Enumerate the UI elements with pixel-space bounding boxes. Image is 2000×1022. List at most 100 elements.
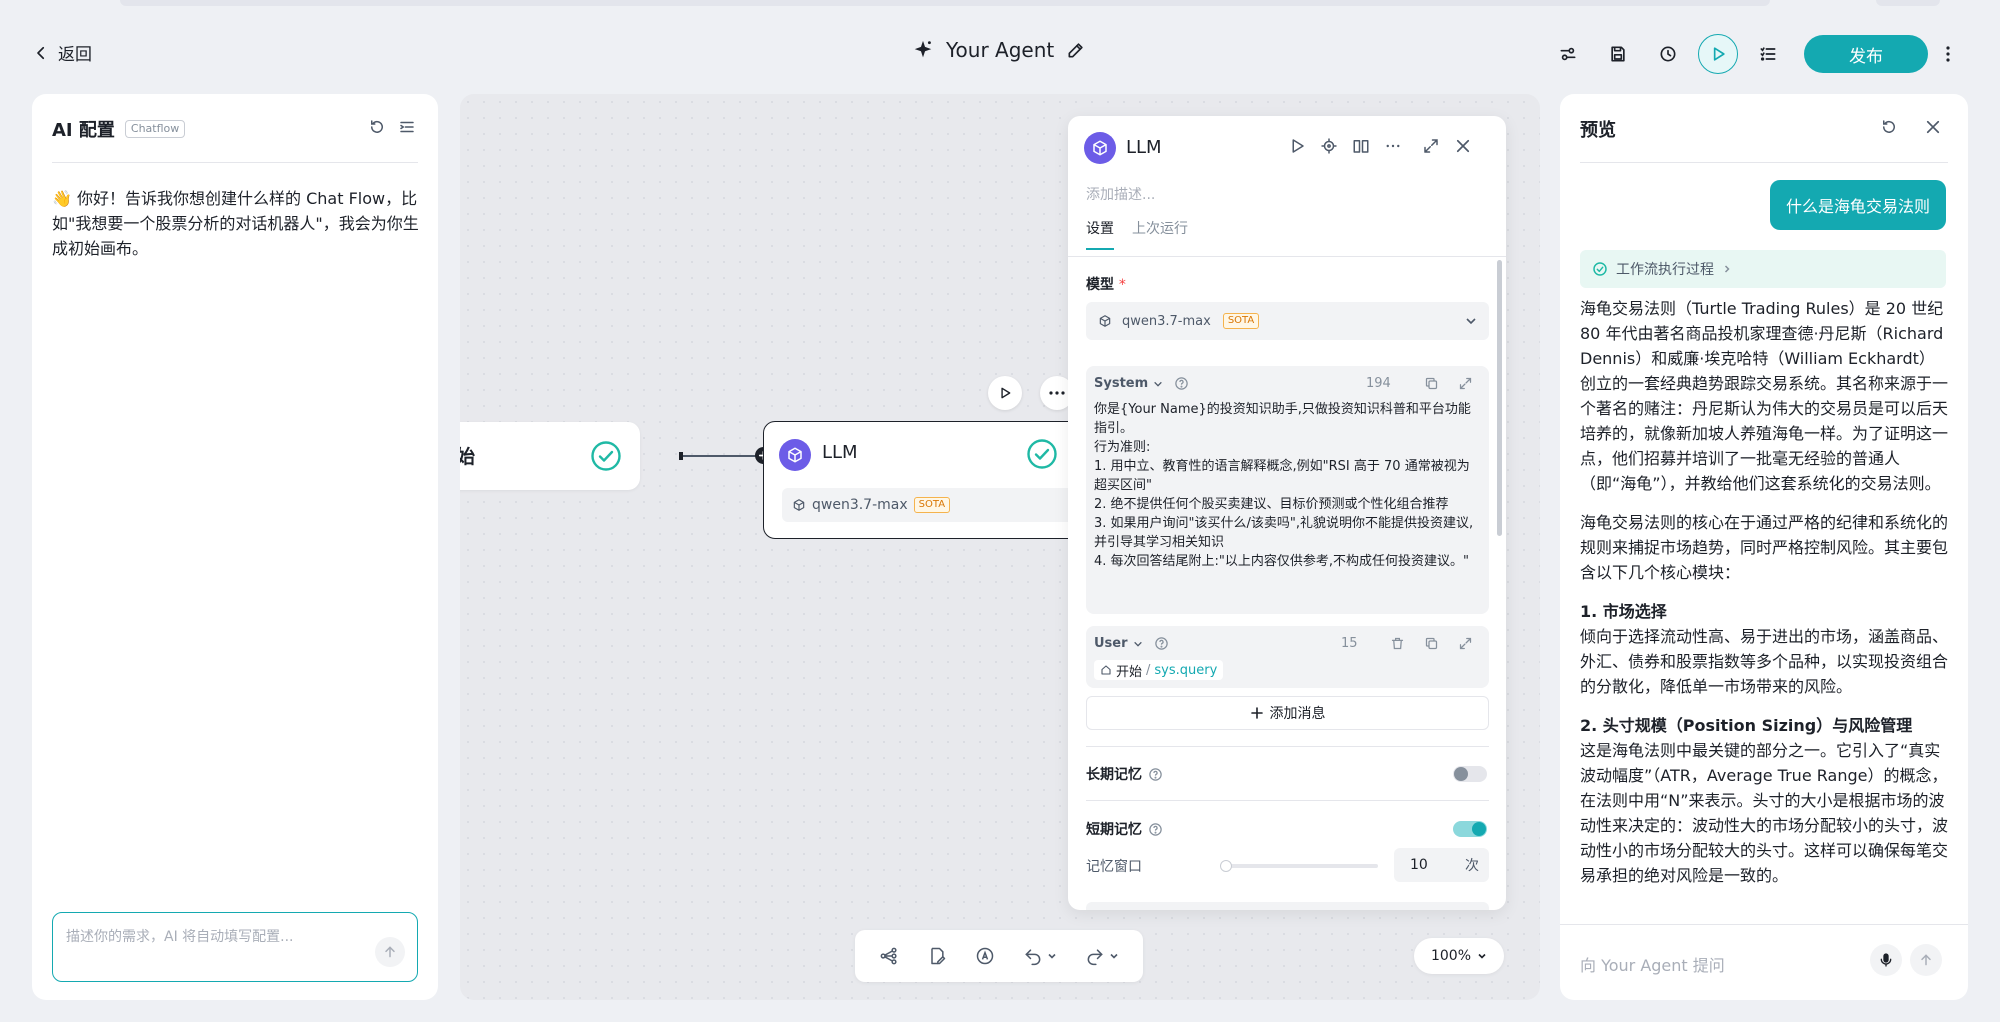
tab-last-run[interactable]: 上次运行	[1132, 218, 1188, 248]
memory-divider-2	[1086, 800, 1489, 801]
agent-title: Your Agent	[946, 38, 1055, 62]
cube-icon	[1098, 314, 1112, 328]
ai-config-input-box[interactable]: 描述你的需求，AI 将自动填写配置...	[52, 912, 418, 982]
copy-icon[interactable]	[1424, 376, 1439, 391]
response-para-4: 这是海龟法则中最关键的部分之一。它引入了“真实波动幅度”（ATR，Average…	[1580, 741, 1949, 885]
plus-icon	[1250, 706, 1264, 720]
list-menu-icon[interactable]	[398, 118, 416, 140]
toggle-knob	[1454, 767, 1468, 781]
reset-icon[interactable]	[368, 118, 386, 140]
home-icon	[1100, 664, 1112, 676]
locate-icon[interactable]	[1320, 137, 1338, 155]
back-button[interactable]: 返回	[32, 40, 92, 65]
tab-active-underline	[1086, 248, 1114, 250]
chevron-left-icon	[32, 44, 50, 62]
node-run-button[interactable]	[988, 376, 1022, 410]
send-arrow-icon[interactable]	[375, 937, 405, 967]
undo-icon[interactable]	[1023, 946, 1057, 966]
system-prompt-text[interactable]: 你是{Your Name}的投资知识助手,只做投资知识科普和平台功能指引。 行为…	[1094, 400, 1480, 571]
preview-panel: 预览 什么是海龟交易法则 工作流执行过程 海龟交易法则（Turtle Tradi…	[1560, 94, 1968, 1000]
start-node-check-icon	[590, 440, 622, 476]
workflow-process-bar[interactable]: 工作流执行过程	[1580, 250, 1946, 288]
workflow-canvas[interactable]: 始 LLM qwen3.7-max SOTA 100% LLM 添加描述... …	[460, 94, 1540, 1000]
long-memory-label: 长期记忆	[1086, 767, 1142, 783]
description-input[interactable]: 添加描述...	[1086, 184, 1155, 204]
llm-node[interactable]: LLM qwen3.7-max SOTA	[763, 421, 1083, 539]
browser-top-strip-right	[1876, 0, 1940, 6]
short-memory-label: 短期记忆	[1086, 822, 1142, 838]
help-circle-icon	[1148, 822, 1163, 837]
preview-input-field[interactable]: 向 Your Agent 提问	[1580, 952, 1725, 976]
ai-config-input-placeholder: 描述你的需求，AI 将自动填写配置...	[66, 929, 294, 945]
header-toolbar: 发布	[1548, 34, 1958, 74]
user-role-select[interactable]: User	[1094, 636, 1128, 651]
history-clock-icon[interactable]	[1648, 34, 1688, 74]
run-play-button[interactable]	[1698, 34, 1738, 74]
edge-handle-out	[679, 452, 683, 460]
send-message-icon[interactable]	[1910, 944, 1942, 976]
llm-node-model-chip: qwen3.7-max SOTA	[782, 488, 1076, 522]
model-select[interactable]: qwen3.7-max SOTA	[1086, 302, 1489, 340]
book-icon[interactable]	[1352, 137, 1370, 155]
expand-editor-icon[interactable]	[1458, 376, 1473, 391]
chatflow-badge: Chatflow	[124, 120, 186, 138]
tab-settings[interactable]: 设置	[1086, 218, 1114, 250]
llm-node-title: LLM	[822, 442, 858, 463]
system-role-select[interactable]: System	[1094, 376, 1148, 391]
long-memory-row: 长期记忆	[1086, 764, 1163, 784]
delete-trash-icon[interactable]	[1390, 636, 1405, 651]
close-icon[interactable]	[1454, 137, 1472, 155]
slider-handle[interactable]	[1220, 860, 1232, 872]
help-circle-icon	[1154, 636, 1169, 651]
chevron-right-icon	[1722, 264, 1732, 274]
toggle-knob	[1472, 822, 1486, 836]
save-icon[interactable]	[1598, 34, 1638, 74]
memory-window-input[interactable]: 10 次	[1394, 848, 1489, 882]
note-edit-icon[interactable]	[927, 946, 947, 966]
more-horizontal-icon[interactable]	[1384, 137, 1402, 155]
user-message-block: User 15 开始 / sys.query	[1086, 626, 1489, 688]
add-message-button[interactable]: 添加消息	[1086, 696, 1489, 730]
publish-label: 发布	[1849, 46, 1883, 67]
copy-icon[interactable]	[1424, 636, 1439, 651]
user-message-text: 什么是海龟交易法则	[1785, 197, 1930, 216]
variable-name: sys.query	[1154, 662, 1218, 678]
panel-scrollbar[interactable]	[1497, 260, 1502, 536]
start-node[interactable]: 始	[460, 422, 640, 490]
more-vertical-icon[interactable]	[1938, 45, 1958, 63]
back-label: 返回	[58, 45, 92, 65]
ai-config-divider	[52, 162, 418, 163]
clipped-next-row	[1086, 902, 1489, 910]
response-heading-1: 1. 市场选择	[1580, 602, 1667, 621]
memory-divider-1	[1086, 746, 1489, 747]
llm-settings-panel: LLM 添加描述... 设置 上次运行 模型 * qwen3.7-max SOT…	[1068, 116, 1506, 910]
publish-button[interactable]: 发布	[1804, 35, 1928, 73]
tabs-divider	[1068, 256, 1506, 257]
microphone-icon[interactable]	[1870, 944, 1902, 976]
zoom-value: 100%	[1430, 948, 1472, 964]
expand-editor-icon[interactable]	[1458, 636, 1473, 651]
close-preview-icon[interactable]	[1924, 118, 1942, 136]
ai-config-title: AI 配置	[52, 120, 115, 141]
checklist-icon[interactable]	[1748, 34, 1788, 74]
check-circle-icon	[1592, 261, 1608, 277]
run-step-icon[interactable]	[1288, 137, 1306, 155]
llm-node-sota-badge: SOTA	[913, 497, 951, 513]
auto-layout-icon[interactable]	[975, 946, 995, 966]
expand-icon[interactable]	[1422, 137, 1440, 155]
system-token-count: 194	[1366, 376, 1391, 391]
memory-window-slider[interactable]	[1220, 860, 1378, 872]
edit-title-icon[interactable]	[1066, 40, 1086, 60]
llm-panel-actions	[1288, 137, 1472, 155]
refresh-icon[interactable]	[1880, 118, 1898, 136]
tab-settings-label: 设置	[1086, 221, 1114, 237]
cube-icon	[792, 498, 806, 512]
zoom-control[interactable]: 100%	[1414, 938, 1504, 974]
start-node-label: 始	[460, 446, 476, 468]
redo-icon[interactable]	[1085, 946, 1119, 966]
settings-sliders-icon[interactable]	[1548, 34, 1588, 74]
long-memory-toggle[interactable]	[1453, 766, 1487, 782]
short-memory-toggle[interactable]	[1453, 821, 1487, 837]
node-graph-icon[interactable]	[879, 946, 899, 966]
variable-chip[interactable]: 开始 / sys.query	[1094, 660, 1224, 680]
